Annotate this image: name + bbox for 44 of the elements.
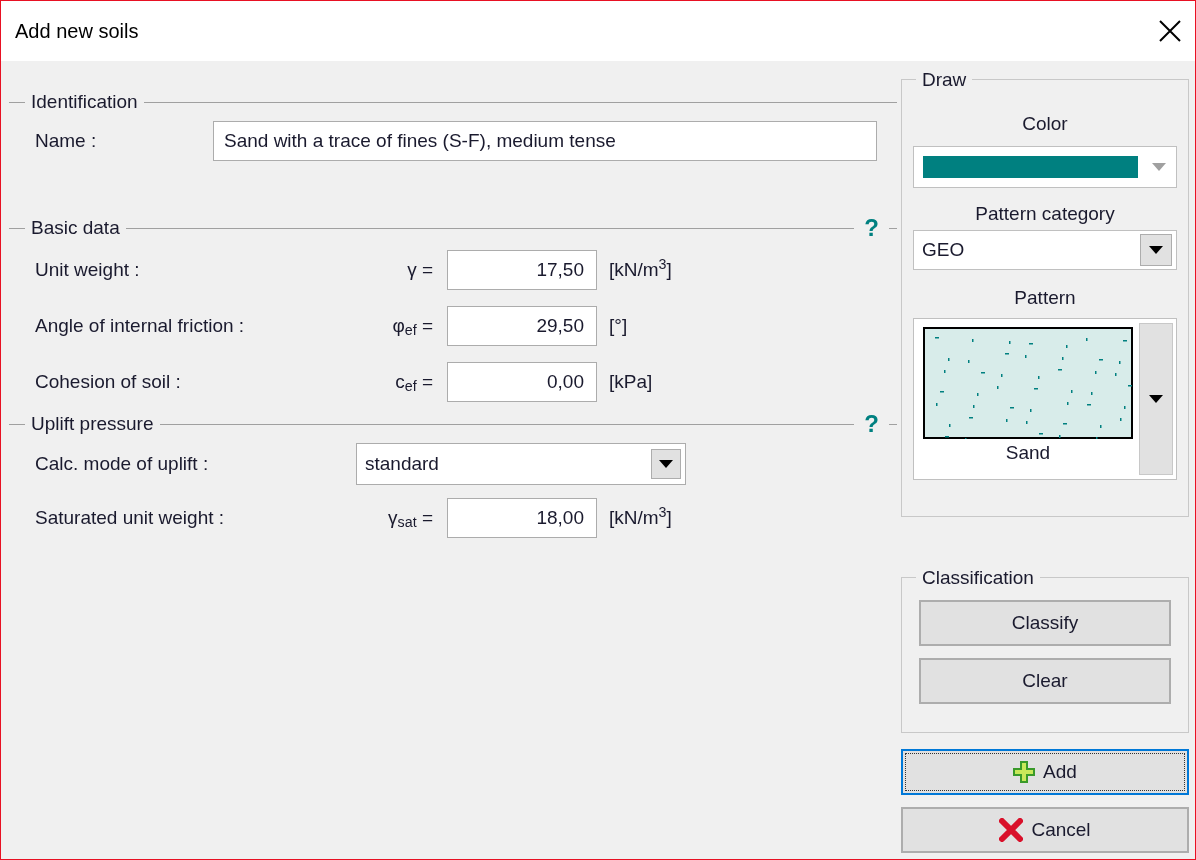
- unit-label: [kN/m$^{3}$]: [608, 255, 672, 282]
- help-link[interactable]: ?: [854, 216, 889, 240]
- input-field[interactable]: 18,00: [447, 498, 597, 538]
- symbol-label: φ$_{ef}$ =: [391, 313, 434, 341]
- pattern-name: Sand: [1005, 441, 1051, 465]
- symbol-label: γ =: [406, 257, 434, 282]
- field-label: Name :: [35, 128, 98, 153]
- input-field[interactable]: 29,50: [447, 306, 597, 346]
- help-link[interactable]: ?: [854, 412, 889, 436]
- color-dropdown[interactable]: [913, 146, 1177, 188]
- field-label: Angle of internal friction :: [35, 313, 246, 338]
- unit-label: [°]: [608, 313, 628, 338]
- unit-label: [kN/m$^{3}$]: [608, 503, 672, 530]
- add-button[interactable]: Add: [901, 749, 1189, 795]
- caret-icon: [1152, 163, 1166, 171]
- caret-icon: [1149, 246, 1163, 254]
- field-label: Calc. mode of uplift :: [35, 451, 210, 476]
- category-label: Pattern category: [975, 202, 1115, 226]
- cancel-button[interactable]: Cancel: [901, 807, 1189, 853]
- window-title: Add new soils: [15, 19, 139, 44]
- input-field[interactable]: 0,00: [447, 362, 597, 402]
- unit-label: [kPa]: [608, 369, 653, 394]
- pattern-dropdown[interactable]: Sand: [913, 318, 1177, 480]
- field-label: Unit weight :: [35, 257, 141, 282]
- panel-button[interactable]: Classify: [919, 600, 1171, 646]
- panel-button[interactable]: Clear: [919, 658, 1171, 704]
- symbol-label: c$_{ef}$ =: [394, 369, 434, 397]
- input-field[interactable]: 17,50: [447, 250, 597, 290]
- mode-dropdown[interactable]: standard: [356, 443, 686, 485]
- color-label: Color: [1022, 112, 1068, 136]
- close-icon[interactable]: [1159, 20, 1181, 42]
- symbol-label: γ$_{sat}$ =: [387, 505, 434, 533]
- plus-icon: [1013, 761, 1036, 783]
- section-title: Identification: [30, 89, 139, 114]
- name-field[interactable]: Sand with a trace of fines (S-F), medium tense: [213, 121, 877, 161]
- section-title: Basic data: [30, 215, 121, 240]
- field-label: Cohesion of soil :: [35, 369, 182, 394]
- pattern-label: Pattern: [1014, 286, 1076, 310]
- caret-icon: [659, 460, 673, 468]
- category-dropdown[interactable]: GEO: [913, 230, 1177, 270]
- field-label: Saturated unit weight :: [35, 505, 226, 530]
- caret-icon: [1149, 395, 1163, 403]
- close-icon: [999, 818, 1024, 842]
- section-title: Uplift pressure: [30, 411, 155, 436]
